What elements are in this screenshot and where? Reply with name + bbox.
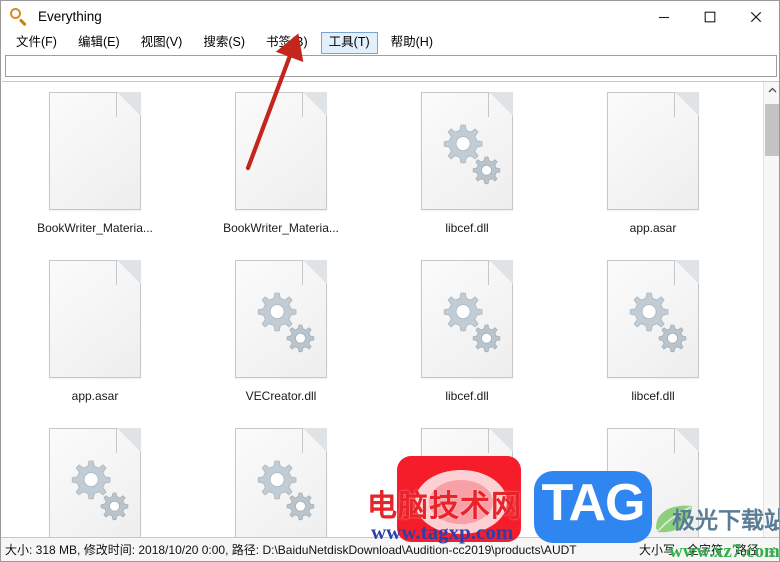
file-name: libcef.dll xyxy=(631,389,675,403)
close-icon xyxy=(750,11,762,22)
menu-bar: 文件(F) 编辑(E) 视图(V) 搜索(S) 书签(B) 工具(T) 帮助(H… xyxy=(1,32,779,54)
close-button[interactable] xyxy=(733,1,779,32)
file-item[interactable]: libcef.dll xyxy=(374,88,560,256)
file-name: libcef.dll xyxy=(445,221,489,235)
chevron-down-icon xyxy=(768,526,777,532)
file-item[interactable]: BookWriter_Materia... xyxy=(188,88,374,256)
minimize-icon xyxy=(659,16,669,18)
blank-document-icon xyxy=(607,92,699,212)
file-name: BookWriter_Materia... xyxy=(223,221,339,235)
file-row: BookWriter_Materia... BookWriter_Materia… xyxy=(2,88,756,256)
title-bar: Everything xyxy=(1,1,779,32)
file-name: VECreator.dll xyxy=(245,389,317,403)
search-bar xyxy=(5,55,777,77)
vertical-scrollbar[interactable] xyxy=(763,82,779,537)
file-item[interactable] xyxy=(560,424,746,537)
file-list-area: BookWriter_Materia... BookWriter_Materia… xyxy=(2,81,779,537)
chevron-up-icon xyxy=(768,87,777,93)
file-item[interactable]: app.asar xyxy=(2,256,188,424)
status-match-case[interactable]: 大小写 xyxy=(639,541,675,558)
menu-help[interactable]: 帮助(H) xyxy=(383,32,441,54)
gears-document-icon xyxy=(607,260,699,380)
menu-tools[interactable]: 工具(T) xyxy=(320,32,378,54)
status-bar: 大小: 318 MB, 修改时间: 2018/10/20 0:00, 路径: D… xyxy=(1,537,779,561)
file-item[interactable]: libcef.dll xyxy=(374,256,560,424)
file-row: app.asar VECreator.dll libcef.dll libcef… xyxy=(2,256,756,424)
file-name: app.asar xyxy=(71,389,119,403)
file-name: app.asar xyxy=(629,221,677,235)
file-item[interactable] xyxy=(374,424,560,537)
everything-window: Everything 文件(F) 编辑(E) 视图(V) 搜索(S) 书签(B)… xyxy=(0,0,780,562)
file-item[interactable] xyxy=(188,424,374,537)
file-row xyxy=(2,424,756,537)
magnifier-icon xyxy=(8,6,30,28)
blank-document-icon xyxy=(421,428,513,537)
search-input[interactable] xyxy=(5,55,777,77)
file-item[interactable]: VECreator.dll xyxy=(188,256,374,424)
blank-document-icon xyxy=(235,92,327,212)
file-item[interactable] xyxy=(2,424,188,537)
maximize-button[interactable] xyxy=(687,1,733,32)
gears-document-icon xyxy=(235,260,327,380)
scroll-up-button[interactable] xyxy=(764,82,779,99)
file-item[interactable]: app.asar xyxy=(560,88,746,256)
gears-document-icon xyxy=(421,260,513,380)
gears-document-icon xyxy=(421,92,513,212)
window-controls xyxy=(641,1,779,32)
maximize-icon xyxy=(704,11,716,22)
file-grid: BookWriter_Materia... BookWriter_Materia… xyxy=(2,82,756,537)
file-name: libcef.dll xyxy=(445,389,489,403)
file-item[interactable]: libcef.dll xyxy=(560,256,746,424)
window-title: Everything xyxy=(38,9,102,24)
minimize-button[interactable] xyxy=(641,1,687,32)
menu-view[interactable]: 视图(V) xyxy=(133,32,191,54)
status-file-details: 大小: 318 MB, 修改时间: 2018/10/20 0:00, 路径: D… xyxy=(5,543,577,557)
menu-search[interactable]: 搜索(S) xyxy=(195,32,253,54)
status-match-path[interactable]: 路径 xyxy=(735,541,759,558)
file-name: BookWriter_Materia... xyxy=(37,221,153,235)
gears-document-icon xyxy=(49,428,141,537)
blank-document-icon xyxy=(49,260,141,380)
file-item[interactable]: BookWriter_Materia... xyxy=(2,88,188,256)
gears-document-icon xyxy=(235,428,327,537)
status-toggles: 大小写 全字符 路径 xyxy=(639,541,759,558)
blank-document-icon xyxy=(607,428,699,537)
resize-grip[interactable] xyxy=(763,545,777,559)
scroll-thumb[interactable] xyxy=(765,104,779,156)
status-match-whole-word[interactable]: 全字符 xyxy=(687,541,723,558)
blank-document-icon xyxy=(49,92,141,212)
menu-bookmark[interactable]: 书签(B) xyxy=(258,32,316,54)
menu-edit[interactable]: 编辑(E) xyxy=(70,32,128,54)
menu-file[interactable]: 文件(F) xyxy=(8,32,65,54)
scroll-down-button[interactable] xyxy=(764,520,779,537)
